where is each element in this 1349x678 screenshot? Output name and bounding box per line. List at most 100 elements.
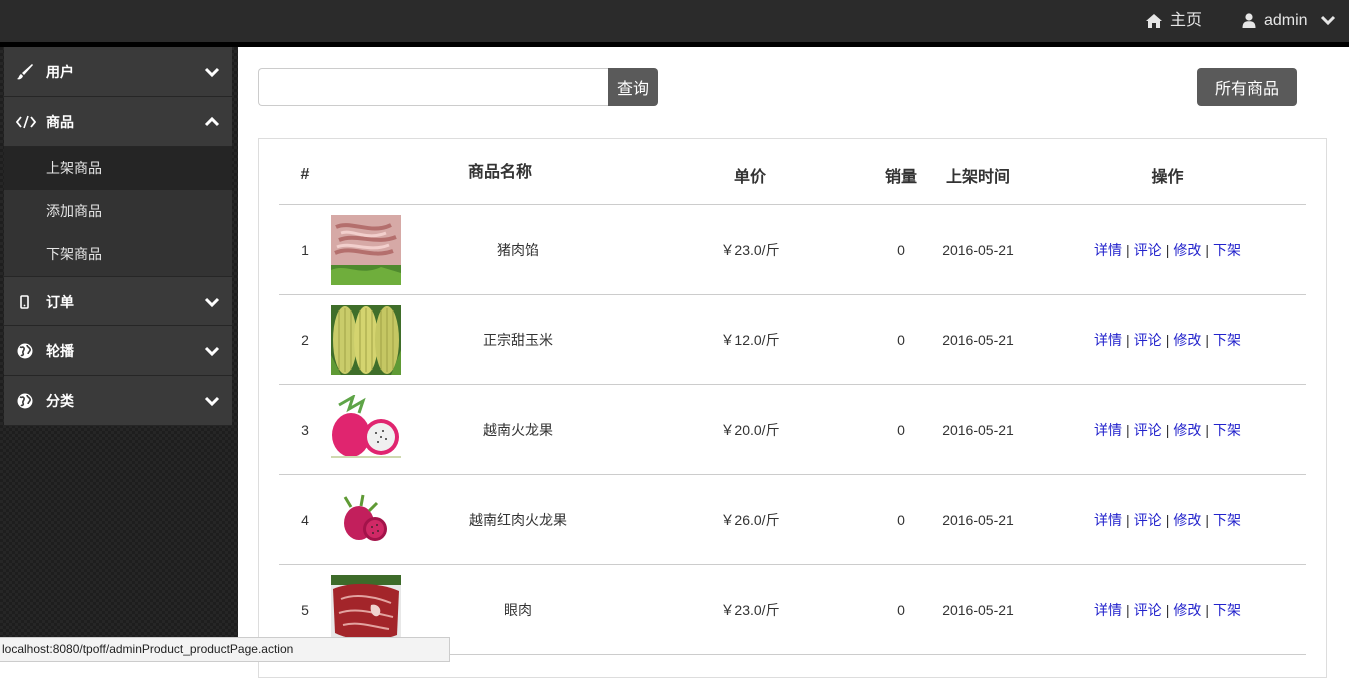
sidebar-menu-orders[interactable]: 订单 [4,276,232,326]
product-price: ￥23.0/斤 [635,564,866,655]
product-name: 越南红肉火龙果 [401,474,636,565]
sidebar: 用户 商品 上架商品 添加商品 下架商品 订单 轮播 分类 [4,47,232,426]
edit-link[interactable]: 修改 [1173,242,1201,258]
detail-link[interactable]: 详情 [1094,512,1122,528]
products-panel: # 商品名称 单价 销量 上架时间 操作 1 猪肉馅 ￥23.0/斤 0 201… [258,138,1327,678]
edit-link[interactable]: 修改 [1173,512,1201,528]
delist-link[interactable]: 下架 [1213,512,1241,528]
edit-link[interactable]: 修改 [1173,422,1201,438]
sidebar-menu-label: 分类 [46,393,74,409]
delist-link[interactable]: 下架 [1213,602,1241,618]
user-menu[interactable]: admin [1242,0,1336,42]
product-image [331,384,401,475]
product-price: ￥23.0/斤 [635,204,866,295]
product-price: ￥20.0/斤 [635,384,866,475]
detail-link[interactable]: 详情 [1094,602,1122,618]
home-link[interactable]: 主页 [1146,0,1202,42]
col-header-date: 上架时间 [937,139,1020,205]
col-header-name: 商品名称 [331,139,636,205]
row-actions: 详情 | 评论 | 修改 | 下架 [1019,294,1307,385]
row-index: 3 [279,384,331,475]
search-button[interactable]: 查询 [608,68,658,106]
sidebar-item-add-product[interactable]: 添加商品 [4,190,232,233]
sidebar-menu-label: 商品 [46,114,74,130]
product-date: 2016-05-21 [937,294,1020,385]
user-icon [1242,13,1256,29]
sidebar-menu-users[interactable]: 用户 [4,47,232,97]
table-header-row: # 商品名称 单价 销量 上架时间 操作 [279,139,1307,205]
code-icon [16,97,36,147]
product-sales: 0 [865,384,938,475]
sidebar-menu-products[interactable]: 商品 [4,97,232,147]
detail-link[interactable]: 详情 [1094,422,1122,438]
product-name: 越南火龙果 [401,384,636,475]
product-sales: 0 [865,474,938,565]
product-price: ￥12.0/斤 [635,294,866,385]
sidebar-item-delisted-products[interactable]: 下架商品 [4,233,232,276]
comment-link[interactable]: 评论 [1134,602,1162,618]
status-url-bar: localhost:8080/tpoff/adminProduct_produc… [0,637,450,662]
col-header-sales: 销量 [865,139,938,205]
product-sales: 0 [865,204,938,295]
edit-link[interactable]: 修改 [1173,332,1201,348]
detail-link[interactable]: 详情 [1094,332,1122,348]
products-submenu: 上架商品 添加商品 下架商品 [4,147,232,276]
globe-icon [16,376,34,426]
col-header-price: 单价 [635,139,866,205]
comment-link[interactable]: 评论 [1134,242,1162,258]
main-content: 查询 所有商品 # 商品名称 单价 销量 上架时间 操作 1 猪肉馅 ￥23.0… [238,47,1349,678]
user-label: admin [1264,12,1308,29]
product-name: 正宗甜玉米 [401,294,636,385]
product-date: 2016-05-21 [937,474,1020,565]
table-row: 1 猪肉馅 ￥23.0/斤 0 2016-05-21 详情 | 评论 | 修改 | 下架 [279,204,1307,295]
product-image [331,474,401,565]
delist-link[interactable]: 下架 [1213,332,1241,348]
chevron-down-icon [1320,15,1336,25]
top-navbar: 主页 admin [0,0,1349,47]
product-name: 猪肉馅 [401,204,636,295]
sidebar-menu-categories[interactable]: 分类 [4,376,232,426]
product-image [331,204,401,295]
chevron-down-icon [204,376,220,426]
row-index: 4 [279,474,331,565]
sidebar-menu-label: 轮播 [46,343,74,359]
product-date: 2016-05-21 [937,204,1020,295]
sidebar-menu-carousel[interactable]: 轮播 [4,326,232,376]
table-row: 3 越南火龙果 ￥20.0/斤 0 2016-05-21 详情 | 评论 | 修改 | 下架 [279,384,1307,475]
mobile-icon [16,277,34,327]
chevron-down-icon [204,277,220,327]
col-header-actions: 操作 [1019,139,1307,205]
col-header-index: # [279,139,331,205]
edit-link[interactable]: 修改 [1173,602,1201,618]
detail-link[interactable]: 详情 [1094,242,1122,258]
sidebar-item-listed-products[interactable]: 上架商品 [4,147,232,190]
row-index: 2 [279,294,331,385]
comment-link[interactable]: 评论 [1134,512,1162,528]
product-sales: 0 [865,564,938,655]
globe-icon [16,326,34,376]
delist-link[interactable]: 下架 [1213,242,1241,258]
brush-icon [16,47,34,97]
chevron-down-icon [204,326,220,376]
product-price: ￥26.0/斤 [635,474,866,565]
row-index: 1 [279,204,331,295]
all-products-button[interactable]: 所有商品 [1197,68,1297,106]
row-actions: 详情 | 评论 | 修改 | 下架 [1019,384,1307,475]
search-input[interactable] [258,68,608,106]
sidebar-menu-label: 用户 [46,64,74,80]
comment-link[interactable]: 评论 [1134,332,1162,348]
product-date: 2016-05-21 [937,564,1020,655]
row-actions: 详情 | 评论 | 修改 | 下架 [1019,204,1307,295]
row-actions: 详情 | 评论 | 修改 | 下架 [1019,564,1307,655]
delist-link[interactable]: 下架 [1213,422,1241,438]
sidebar-menu-label: 订单 [46,294,74,310]
product-image [331,294,401,385]
product-date: 2016-05-21 [937,384,1020,475]
chevron-up-icon [204,97,220,147]
chevron-down-icon [204,47,220,97]
products-table: # 商品名称 单价 销量 上架时间 操作 1 猪肉馅 ￥23.0/斤 0 201… [279,139,1307,655]
comment-link[interactable]: 评论 [1134,422,1162,438]
product-sales: 0 [865,294,938,385]
table-row: 4 越南红肉火龙果 ￥26.0/斤 0 2016-05-21 详情 | 评论 | 修改 |… [279,474,1307,565]
home-label: 主页 [1170,12,1203,29]
